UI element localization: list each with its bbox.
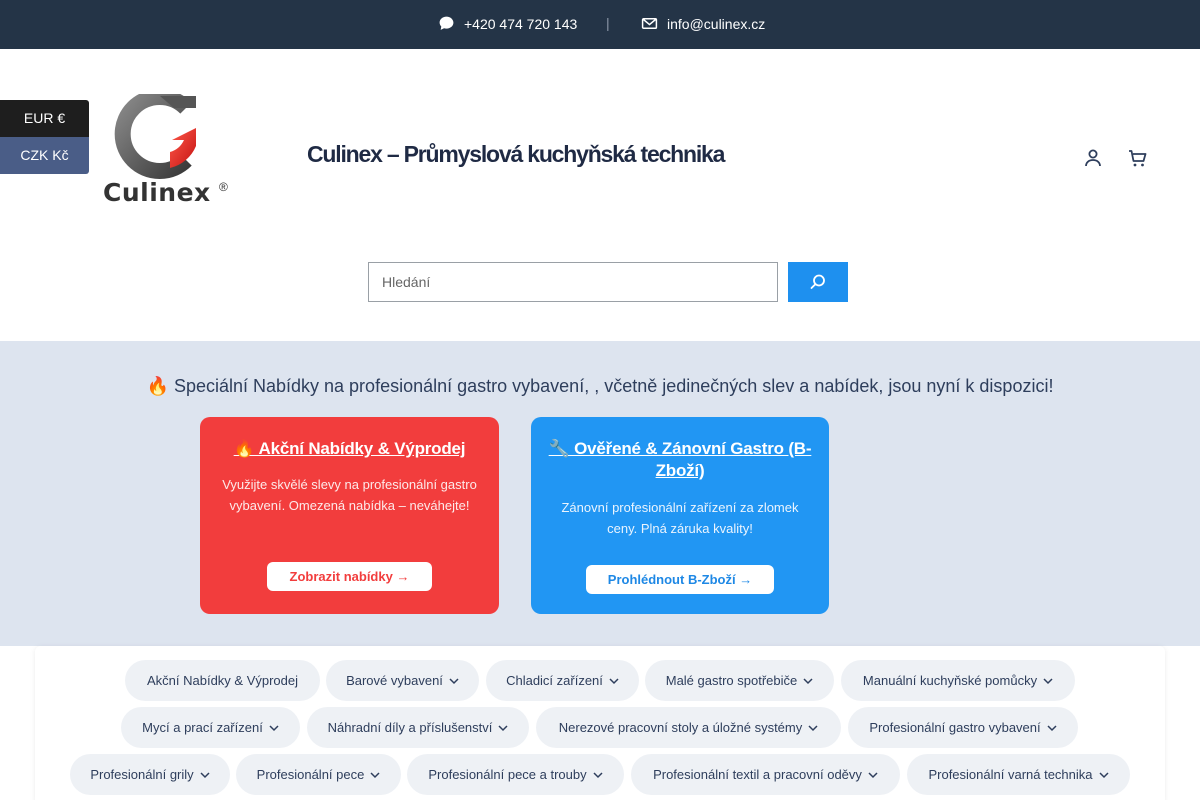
category-label: Manuální kuchyňské pomůcky: [862, 673, 1038, 688]
category-label: Nerezové pracovní stoly a úložné systémy: [558, 720, 803, 735]
category-pill[interactable]: Chladicí zařízení: [486, 660, 639, 701]
chevron-down-icon: [808, 724, 818, 731]
category-label: Náhradní díly a příslušenství: [327, 720, 493, 735]
category-label: Malé gastro spotřebiče: [665, 673, 798, 688]
category-pill[interactable]: Manuální kuchyňské pomůcky: [841, 660, 1075, 701]
category-pill[interactable]: Barové vybavení: [326, 660, 479, 701]
chevron-down-icon: [200, 771, 210, 778]
email-link[interactable]: info@culinex.cz: [641, 15, 765, 32]
phone-link[interactable]: +420 474 720 143: [438, 15, 577, 32]
category-pill[interactable]: Mycí a prací zařízení: [121, 707, 300, 748]
category-label: Profesionální varná technika: [928, 767, 1093, 782]
category-label: Chladicí zařízení: [506, 673, 603, 688]
category-pill[interactable]: Nerezové pracovní stoly a úložné systémy: [536, 707, 841, 748]
chevron-down-icon: [868, 771, 878, 778]
search-input[interactable]: [368, 262, 778, 302]
category-pill[interactable]: Profesionální grily: [70, 754, 230, 795]
promo-card-sale: 🔥 Akční Nabídky & Výprodej Využijte skvě…: [200, 417, 499, 614]
site-title[interactable]: Culinex – Průmyslová kuchyňská technika: [307, 141, 725, 168]
category-pill[interactable]: Profesionální textil a pracovní oděvy: [631, 754, 900, 795]
browse-b-goods-button[interactable]: Prohlédnout B-Zboží →: [586, 565, 774, 594]
category-label: Profesionální grily: [90, 767, 194, 782]
chevron-down-icon: [449, 677, 459, 684]
envelope-icon: [641, 17, 658, 30]
promo-card-desc: Zánovní profesionální zařízení za zlomek…: [561, 500, 799, 536]
category-label: Profesionální gastro vybavení: [869, 720, 1041, 735]
chevron-down-icon: [609, 677, 619, 684]
category-label: Profesionální pece: [256, 767, 365, 782]
category-pill[interactable]: Profesionální pece: [236, 754, 401, 795]
site-logo[interactable]: Culinex ®: [100, 94, 235, 216]
chat-bubble-icon: [439, 16, 454, 30]
promo-card-title[interactable]: 🔧 Ověřené & Zánovní Gastro (B-Zboží): [541, 438, 819, 482]
chevron-down-icon: [1098, 771, 1109, 778]
logo-mark-icon: [114, 94, 196, 179]
promo-card-refurbished: 🔧 Ověřené & Zánovní Gastro (B-Zboží) Zán…: [531, 417, 829, 614]
category-pill[interactable]: Malé gastro spotřebiče: [645, 660, 834, 701]
email-address: info@culinex.cz: [667, 15, 766, 32]
category-pill[interactable]: Profesionální pece a trouby: [407, 754, 624, 795]
search-button[interactable]: [788, 262, 848, 302]
category-label: Akční Nabídky & Výprodej: [146, 673, 299, 688]
chevron-down-icon: [498, 724, 508, 731]
promo-card-title[interactable]: 🔥 Akční Nabídky & Výprodej: [200, 438, 499, 460]
category-nav: Akční Nabídky & Výprodej Barové vybavení…: [35, 646, 1165, 800]
category-pill[interactable]: Profesionální varná technika: [907, 754, 1130, 795]
chevron-down-icon: [370, 771, 380, 778]
currency-czk-button[interactable]: CZK Kč: [0, 137, 89, 174]
category-label: Barové vybavení: [346, 673, 443, 688]
category-pill[interactable]: Profesionální gastro vybavení: [848, 707, 1078, 748]
promo-headline: 🔥 Speciální Nabídky na profesionální gas…: [146, 376, 1054, 396]
separator: |: [606, 15, 610, 31]
cart-icon[interactable]: [1126, 146, 1150, 170]
logo-wordmark: Culinex: [103, 178, 211, 207]
category-label: Profesionální pece a trouby: [428, 767, 587, 782]
logo-registered: ®: [219, 180, 228, 194]
top-contact-bar: +420 474 720 143 | info@culinex.cz: [0, 0, 1200, 49]
chevron-down-icon: [269, 724, 279, 731]
category-label: Profesionální textil a pracovní oděvy: [653, 767, 862, 782]
chevron-down-icon: [1047, 724, 1057, 731]
phone-number: +420 474 720 143: [464, 15, 578, 32]
category-pill[interactable]: Akční Nabídky & Výprodej: [125, 660, 320, 701]
show-offers-button[interactable]: Zobrazit nabídky →: [267, 562, 432, 591]
search-icon: [810, 274, 825, 289]
category-label: Mycí a prací zařízení: [142, 720, 263, 735]
category-pill[interactable]: Náhradní díly a příslušenství: [307, 707, 529, 748]
currency-eur-button[interactable]: EUR €: [0, 100, 89, 137]
chevron-down-icon: [1043, 677, 1053, 684]
chevron-down-icon: [593, 771, 603, 778]
chevron-down-icon: [803, 677, 813, 684]
user-icon[interactable]: [1081, 146, 1105, 170]
promo-card-desc: Využijte skvělé slevy na profesionální g…: [222, 477, 477, 513]
promo-section: 🔥 Speciální Nabídky na profesionální gas…: [0, 341, 1200, 646]
